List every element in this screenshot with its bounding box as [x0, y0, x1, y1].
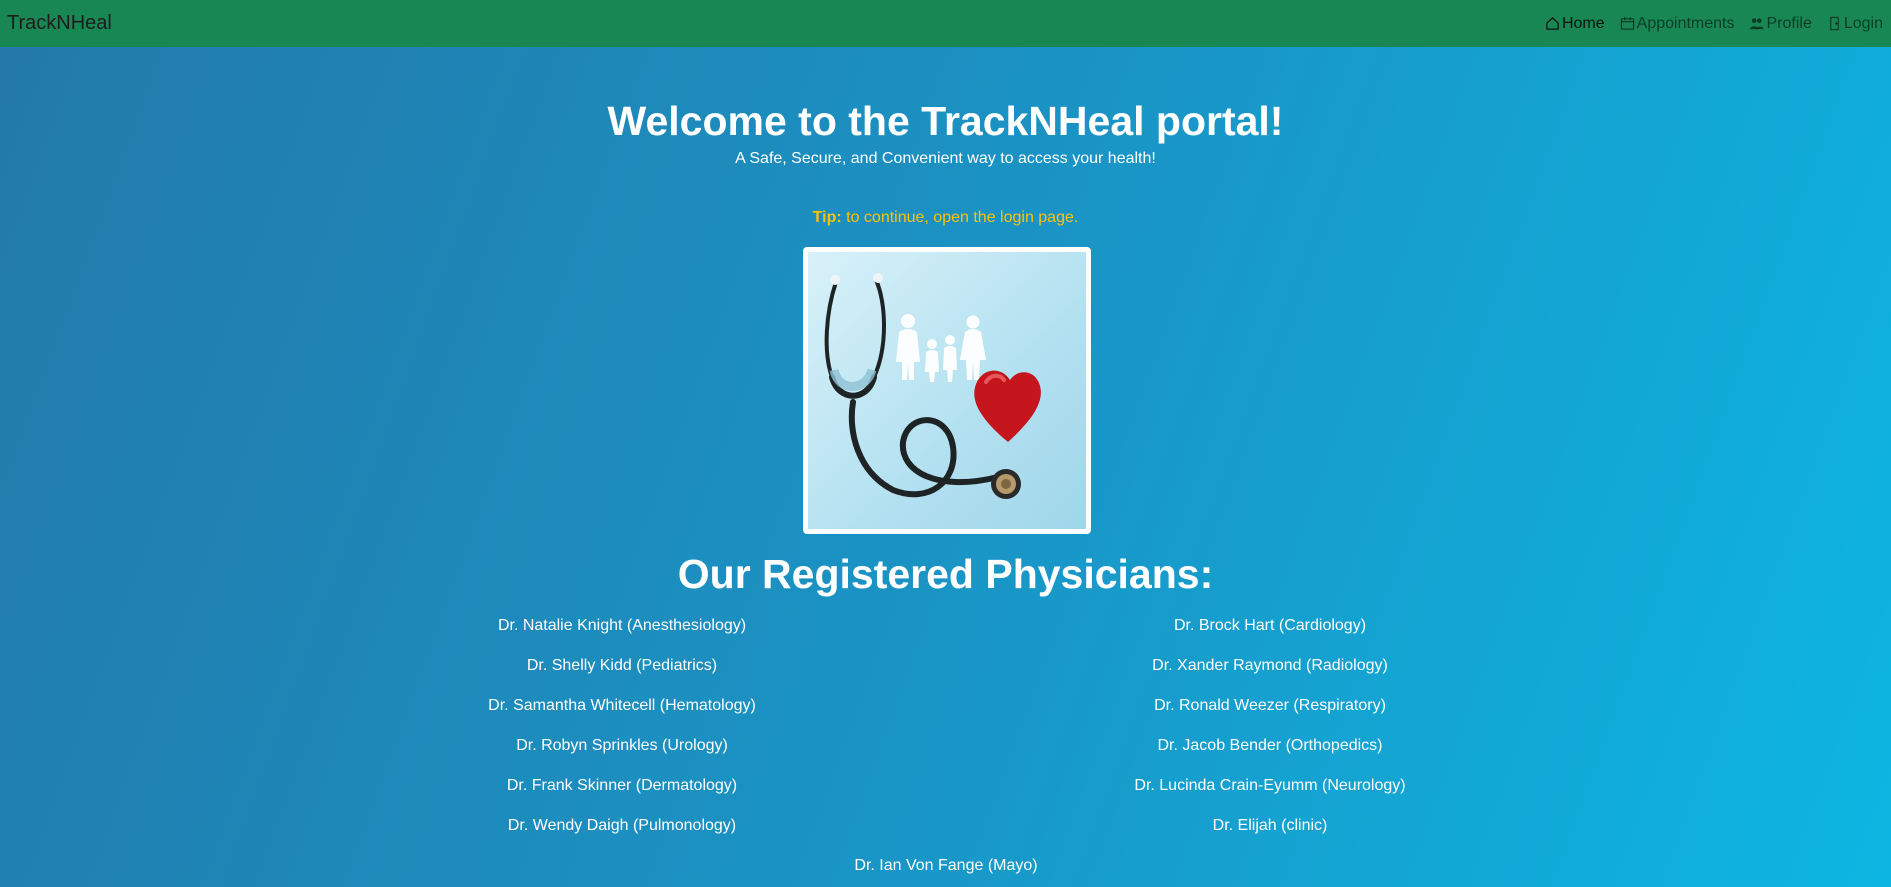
nav-appointments-link[interactable]: Appointments: [1620, 14, 1735, 33]
people-icon: [1750, 18, 1765, 30]
physician-item: Dr. Shelly Kidd (Pediatrics): [526, 657, 718, 674]
home-icon: [1546, 17, 1559, 30]
physician-item: Dr. Xander Raymond (Radiology): [1152, 657, 1388, 674]
physician-item: Dr. Brock Hart (Cardiology): [1173, 617, 1367, 634]
nav-login-link[interactable]: Login: [1827, 15, 1883, 33]
stethoscope-family-heart-image: [803, 247, 1091, 534]
page-title: Welcome to the TrackNHeal portal!: [607, 98, 1284, 144]
nav-profile-link[interactable]: Profile: [1749, 14, 1812, 33]
physician-item: Dr. Frank Skinner (Dermatology): [506, 777, 738, 794]
physician-item: Dr. Ian Von Fange (Mayo): [854, 857, 1038, 874]
physician-item: Dr. Ronald Weezer (Respiratory): [1154, 697, 1386, 714]
physicians-heading: Our Registered Physicians:: [677, 551, 1214, 597]
nav-home-link[interactable]: Home: [1545, 15, 1605, 33]
navbar: TrackNHeal Home Appointments Profile Log…: [0, 0, 1891, 47]
nav-home-label: Home: [1561, 14, 1605, 32]
physician-item: Dr. Natalie Knight (Anesthesiology): [497, 617, 747, 634]
brand-logo-text[interactable]: TrackNHeal: [7, 12, 112, 35]
tip-label: Tip:: [812, 209, 842, 226]
door-icon: [1829, 16, 1839, 31]
tip-message: Tip: to continue, open the login page.: [0, 209, 1891, 227]
nav-links: Home Appointments Profile Login: [1545, 15, 1883, 33]
nav-appointments-label: Appointments: [1636, 14, 1735, 32]
physician-item: Dr. Jacob Bender (Orthopedics): [1157, 737, 1383, 754]
physician-item: Dr. Elijah (clinic): [1212, 817, 1328, 834]
hero-section: Welcome to the TrackNHeal portal! A Safe…: [0, 96, 1891, 168]
tip-text: to continue, open the login page.: [841, 209, 1079, 226]
physician-item: Dr. Lucinda Crain-Eyumm (Neurology): [1134, 777, 1406, 794]
page-subtitle: A Safe, Secure, and Convenient way to ac…: [735, 150, 1156, 167]
nav-profile-label: Profile: [1766, 14, 1812, 32]
calendar-icon: [1620, 17, 1634, 30]
nav-login-label: Login: [1843, 14, 1883, 32]
physician-item: Dr. Robyn Sprinkles (Urology): [516, 737, 728, 754]
physician-item: Dr. Wendy Daigh (Pulmonology): [507, 817, 737, 834]
physician-item: Dr. Samantha Whitecell (Hematology): [488, 697, 756, 714]
